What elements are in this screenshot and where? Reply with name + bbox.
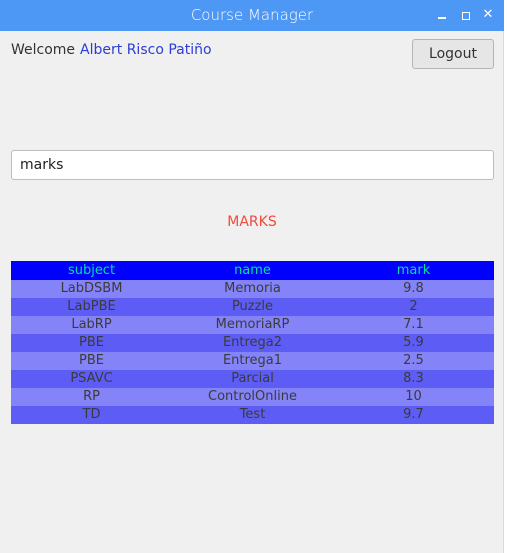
table-row: PSAVC Parcial 8.3 (11, 370, 494, 388)
table-row: PBE Entrega2 5.9 (11, 334, 494, 352)
app-window: Course Manager ✕ Welcome Albert Risco Pat… (0, 0, 504, 553)
maximize-icon[interactable] (457, 6, 475, 24)
cell-mark: 9.8 (403, 281, 424, 296)
cell-subject: PBE (79, 353, 104, 368)
cell-subject: LabDSBM (60, 281, 123, 296)
section-title: MARKS (227, 214, 277, 230)
welcome-label: Welcome (11, 42, 76, 58)
column-header-name: name (234, 263, 271, 278)
cell-mark: 5.9 (403, 335, 424, 350)
cell-subject: LabRP (71, 317, 112, 332)
table-row: LabRP MemoriaRP 7.1 (11, 316, 494, 334)
cell-mark: 10 (405, 389, 422, 404)
table-row: RP ControlOnline 10 (11, 388, 494, 406)
minimize-icon[interactable] (434, 6, 452, 24)
cell-name: MemoriaRP (215, 317, 290, 332)
title-bar[interactable]: Course Manager ✕ (0, 0, 504, 31)
cell-subject: LabPBE (67, 299, 116, 314)
cell-subject: TD (82, 407, 101, 422)
cell-mark: 2.5 (403, 353, 424, 368)
cell-name: Memoria (224, 281, 281, 296)
cell-name: Entrega1 (222, 353, 283, 368)
cell-name: Test (239, 407, 266, 422)
window-title: Course Manager (190, 6, 314, 24)
table-row: PBE Entrega1 2.5 (11, 352, 494, 370)
cell-subject: PBE (79, 335, 104, 350)
table-header-row: subject name mark (11, 261, 494, 280)
search-input[interactable] (11, 150, 494, 180)
user-name: Albert Risco Patiño (80, 42, 212, 58)
cell-name: Entrega2 (222, 335, 283, 350)
table-row: TD Test 9.7 (11, 406, 494, 424)
cell-name: ControlOnline (208, 389, 297, 404)
logout-button[interactable]: Logout (412, 39, 494, 69)
cell-mark: 7.1 (403, 317, 424, 332)
close-icon[interactable]: ✕ (479, 6, 497, 24)
welcome-message: Welcome Albert Risco Patiño (11, 42, 212, 58)
column-header-subject: subject (67, 263, 116, 278)
cell-name: Puzzle (231, 299, 274, 314)
cell-mark: 8.3 (403, 371, 424, 386)
cell-mark: 9.7 (403, 407, 424, 422)
cell-mark: 2 (409, 299, 418, 314)
table-row: LabPBE Puzzle 2 (11, 298, 494, 316)
marks-table: subject name mark LabDSBM Memoria 9.8 La… (11, 261, 494, 424)
cell-subject: RP (83, 389, 100, 404)
cell-name: Parcial (231, 371, 274, 386)
cell-subject: PSAVC (70, 371, 113, 386)
column-header-mark: mark (396, 263, 431, 278)
table-row: LabDSBM Memoria 9.8 (11, 280, 494, 298)
